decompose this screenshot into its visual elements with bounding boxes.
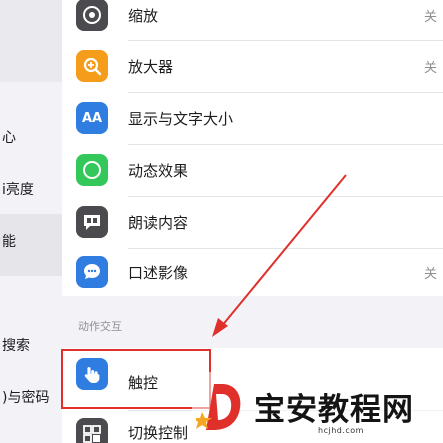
- watermark-logo-icon: [196, 384, 241, 430]
- watermark-url: hcjhd.com: [318, 426, 364, 435]
- watermark-text: 宝安教程网: [254, 392, 414, 428]
- annotation-highlight-box: [61, 349, 211, 409]
